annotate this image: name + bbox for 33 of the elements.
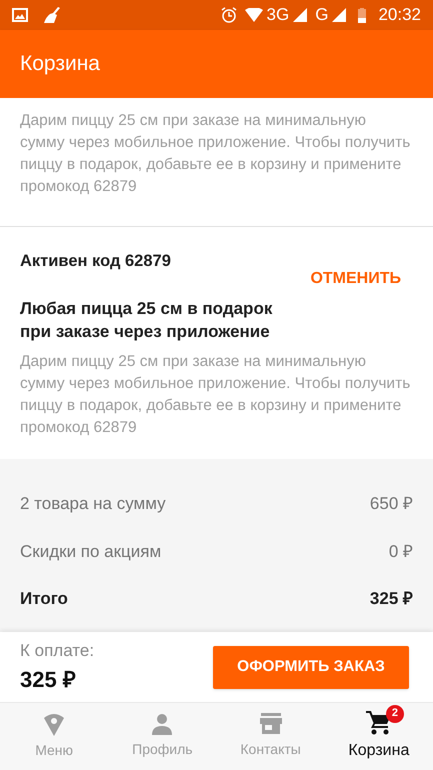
promo-description: Дарим пиццу 25 см при заказе на минимальную сумму через мобильное приложение. Чтобы получить пиццу в подарок, добавьте ее в корзину и примените промокод 62879 bbox=[20, 111, 412, 197]
signal-icon bbox=[332, 8, 346, 22]
nav-tab[interactable]: 2 Корзина bbox=[324, 703, 433, 770]
active-code-label: Активен код 62879 bbox=[20, 251, 171, 272]
image-icon bbox=[12, 8, 28, 22]
summary-value: 325 ₽ bbox=[370, 588, 413, 610]
payment-amount: 325 ₽ bbox=[20, 666, 77, 694]
nav-tab[interactable]: Профиль bbox=[108, 703, 216, 770]
promo-title: Любая пицца 25 см в подарок при заказе через приложение bbox=[20, 298, 274, 343]
nav-tab[interactable]: Меню bbox=[0, 703, 108, 770]
pizza-slice-icon bbox=[43, 712, 66, 736]
summary-label: 2 товара на сумму bbox=[20, 493, 166, 515]
broom-icon bbox=[44, 7, 62, 23]
summary-value: 0 ₽ bbox=[388, 540, 413, 562]
wifi-icon bbox=[244, 8, 263, 22]
summary-value: 650 ₽ bbox=[370, 493, 413, 515]
clock-time: 20:32 bbox=[378, 4, 421, 26]
count-badge: 2 bbox=[386, 704, 404, 722]
signal-icon bbox=[293, 8, 308, 22]
nav-tab[interactable]: Контакты bbox=[216, 703, 325, 770]
summary-label: Скидки по акциям bbox=[20, 540, 162, 562]
person-icon bbox=[151, 713, 174, 735]
store-icon bbox=[258, 713, 283, 735]
checkout-button[interactable]: ОФОРМИТЬ ЗАКАЗ bbox=[213, 646, 409, 688]
network-type: 3G bbox=[266, 4, 290, 26]
promo-description: Дарим пиццу 25 см при заказе на минимальную сумму через мобильное приложение. Чтобы получить пиццу в подарок, добавьте ее в корзину и примените промокод 62879 bbox=[20, 352, 412, 438]
network-type: G bbox=[315, 4, 328, 26]
alarm-icon bbox=[220, 7, 237, 23]
cancel-button[interactable]: ОТМЕНИТЬ bbox=[310, 267, 401, 291]
summary-label: Итого bbox=[20, 588, 68, 610]
payment-label: К оплате: bbox=[20, 640, 94, 662]
page-title: Корзина bbox=[20, 51, 100, 78]
battery-icon bbox=[358, 8, 366, 22]
